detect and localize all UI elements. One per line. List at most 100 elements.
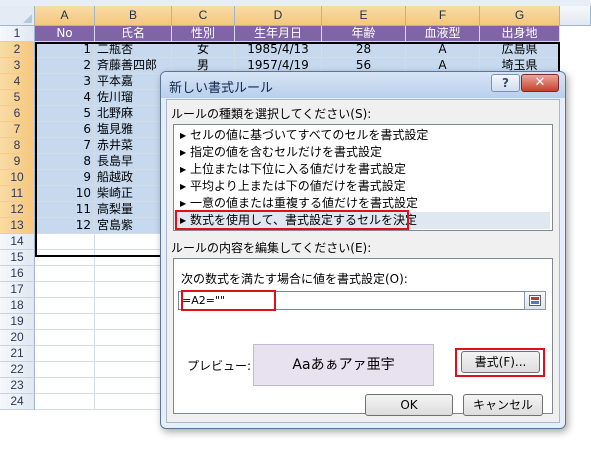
data-cell[interactable]: 女 xyxy=(172,42,235,58)
column-header-a[interactable]: A xyxy=(35,6,95,26)
row-header-10[interactable]: 10 xyxy=(0,170,35,186)
rule-type-item[interactable]: ▶ 上位または下位に入る値だけを書式設定 xyxy=(174,161,550,178)
bullet-triangle-icon: ▶ xyxy=(180,131,187,140)
bullet-triangle-icon: ▶ xyxy=(180,148,187,157)
rule-type-item[interactable]: ▶ 一意の値または重複する値だけを書式設定 xyxy=(174,195,550,212)
empty-cell[interactable] xyxy=(35,362,95,378)
data-cell[interactable]: 28 xyxy=(322,42,406,58)
dialog-title: 新しい書式ルール xyxy=(169,81,274,96)
data-cell[interactable]: 3 xyxy=(35,74,95,90)
data-cell[interactable]: 1985/4/13 xyxy=(235,42,322,58)
row-header-9[interactable]: 9 xyxy=(0,154,35,170)
ok-button[interactable]: OK xyxy=(365,394,453,416)
rule-type-label: ルールの種類を選択してください(S): xyxy=(171,107,372,121)
header-cell[interactable]: 出身地 xyxy=(480,26,560,42)
row-header-1[interactable]: 1 xyxy=(0,26,35,42)
data-cell[interactable]: 6 xyxy=(35,122,95,138)
header-cell[interactable]: 血液型 xyxy=(406,26,480,42)
column-header-next[interactable] xyxy=(560,6,591,26)
row-header-20[interactable]: 20 xyxy=(0,330,35,346)
empty-cell[interactable] xyxy=(35,346,95,362)
header-cell[interactable]: 氏名 xyxy=(95,26,172,42)
header-cell[interactable]: No xyxy=(35,26,95,42)
format-button[interactable]: 書式(F)... xyxy=(461,351,540,373)
bullet-triangle-icon: ▶ xyxy=(180,182,187,191)
row-header-18[interactable]: 18 xyxy=(0,298,35,314)
close-button[interactable]: ✕ xyxy=(521,74,559,92)
data-cell[interactable]: 斉藤善四郎 xyxy=(95,58,172,74)
column-header-d[interactable]: D xyxy=(235,6,322,26)
row-header-23[interactable]: 23 xyxy=(0,378,35,394)
rule-type-item[interactable]: ▶ 平均より上または下の値だけを書式設定 xyxy=(174,178,550,195)
bullet-triangle-icon: ▶ xyxy=(180,165,187,174)
empty-cell[interactable] xyxy=(35,234,95,250)
empty-cell[interactable] xyxy=(35,266,95,282)
header-cell[interactable]: 年齢 xyxy=(322,26,406,42)
column-header-c[interactable]: C xyxy=(172,6,235,26)
column-header-f[interactable]: F xyxy=(406,6,480,26)
row-header-22[interactable]: 22 xyxy=(0,362,35,378)
new-formatting-rule-dialog[interactable]: 新しい書式ルール ? ✕ ルールの種類を選択してください(S): ▶ セルの値に基… xyxy=(160,71,566,429)
data-cell[interactable]: 広島県 xyxy=(480,42,560,58)
row-header-5[interactable]: 5 xyxy=(0,90,35,106)
row-header-8[interactable]: 8 xyxy=(0,138,35,154)
header-cell[interactable]: 性別 xyxy=(172,26,235,42)
data-cell[interactable]: 2 xyxy=(35,58,95,74)
header-cell[interactable]: 生年月日 xyxy=(235,26,322,42)
rule-type-item-selected[interactable]: ▶ 数式を使用して、書式設定するセルを決定 xyxy=(174,212,550,229)
row-header-16[interactable]: 16 xyxy=(0,266,35,282)
edit-rule-label: ルールの内容を編集してください(E): xyxy=(171,241,372,255)
rule-type-item[interactable]: ▶ 指定の値を含むセルだけを書式設定 xyxy=(174,144,550,161)
row-header-15[interactable]: 15 xyxy=(0,250,35,266)
column-header-e[interactable]: E xyxy=(322,6,406,26)
data-cell[interactable]: 二瓶杏 xyxy=(95,42,172,58)
row-header-19[interactable]: 19 xyxy=(0,314,35,330)
empty-cell[interactable] xyxy=(35,314,95,330)
row-header-2[interactable]: 2 xyxy=(0,42,35,58)
row-header-4[interactable]: 4 xyxy=(0,74,35,90)
collapse-dialog-button[interactable] xyxy=(524,291,546,310)
cancel-button[interactable]: キャンセル xyxy=(463,394,543,416)
data-cell[interactable]: 7 xyxy=(35,138,95,154)
row-header-21[interactable]: 21 xyxy=(0,346,35,362)
rule-type-list[interactable]: ▶ セルの値に基づいてすべてのセルを書式設定 ▶ 指定の値を含むセルだけを書式設定 … xyxy=(173,124,553,231)
select-all-corner[interactable] xyxy=(0,6,35,26)
range-select-icon xyxy=(529,295,541,306)
empty-cell[interactable] xyxy=(35,250,95,266)
rule-type-item[interactable]: ▶ セルの値に基づいてすべてのセルを書式設定 xyxy=(174,127,550,144)
formula-label: 次の数式を満たす場合に値を書式設定(O): xyxy=(181,272,408,286)
dialog-titlebar[interactable]: 新しい書式ルール ? ✕ xyxy=(161,72,565,98)
data-cell[interactable]: 4 xyxy=(35,90,95,106)
row-header-14[interactable]: 14 xyxy=(0,234,35,250)
row-header-17[interactable]: 17 xyxy=(0,282,35,298)
row-header-6[interactable]: 6 xyxy=(0,106,35,122)
data-cell[interactable]: A xyxy=(406,42,480,58)
column-header-b[interactable]: B xyxy=(95,6,172,26)
help-button[interactable]: ? xyxy=(491,74,520,92)
data-cell[interactable]: 12 xyxy=(35,218,95,234)
empty-cell[interactable] xyxy=(35,298,95,314)
row-header-7[interactable]: 7 xyxy=(0,122,35,138)
preview-label: プレビュー: xyxy=(187,359,252,373)
data-cell[interactable]: 8 xyxy=(35,154,95,170)
data-cell[interactable]: 9 xyxy=(35,170,95,186)
data-cell[interactable]: 11 xyxy=(35,202,95,218)
row-header-13[interactable]: 13 xyxy=(0,218,35,234)
empty-cell[interactable] xyxy=(35,330,95,346)
format-preview: Aaあぁアァ亜宇 xyxy=(253,344,434,386)
empty-cell[interactable] xyxy=(35,378,95,394)
data-cell[interactable]: 5 xyxy=(35,106,95,122)
bullet-triangle-icon: ▶ xyxy=(180,216,187,225)
column-header-g[interactable]: G xyxy=(480,6,560,26)
dialog-body: ルールの種類を選択してください(S): ▶ セルの値に基づいてすべてのセルを書式設… xyxy=(166,99,560,423)
row-header-11[interactable]: 11 xyxy=(0,186,35,202)
empty-cell[interactable] xyxy=(35,282,95,298)
formula-input[interactable]: =A2="" xyxy=(178,291,528,310)
row-header-24[interactable]: 24 xyxy=(0,394,35,410)
bullet-triangle-icon: ▶ xyxy=(180,199,187,208)
row-header-12[interactable]: 12 xyxy=(0,202,35,218)
data-cell[interactable]: 10 xyxy=(35,186,95,202)
row-header-3[interactable]: 3 xyxy=(0,58,35,74)
data-cell[interactable]: 1 xyxy=(35,42,95,58)
empty-cell[interactable] xyxy=(35,394,95,410)
